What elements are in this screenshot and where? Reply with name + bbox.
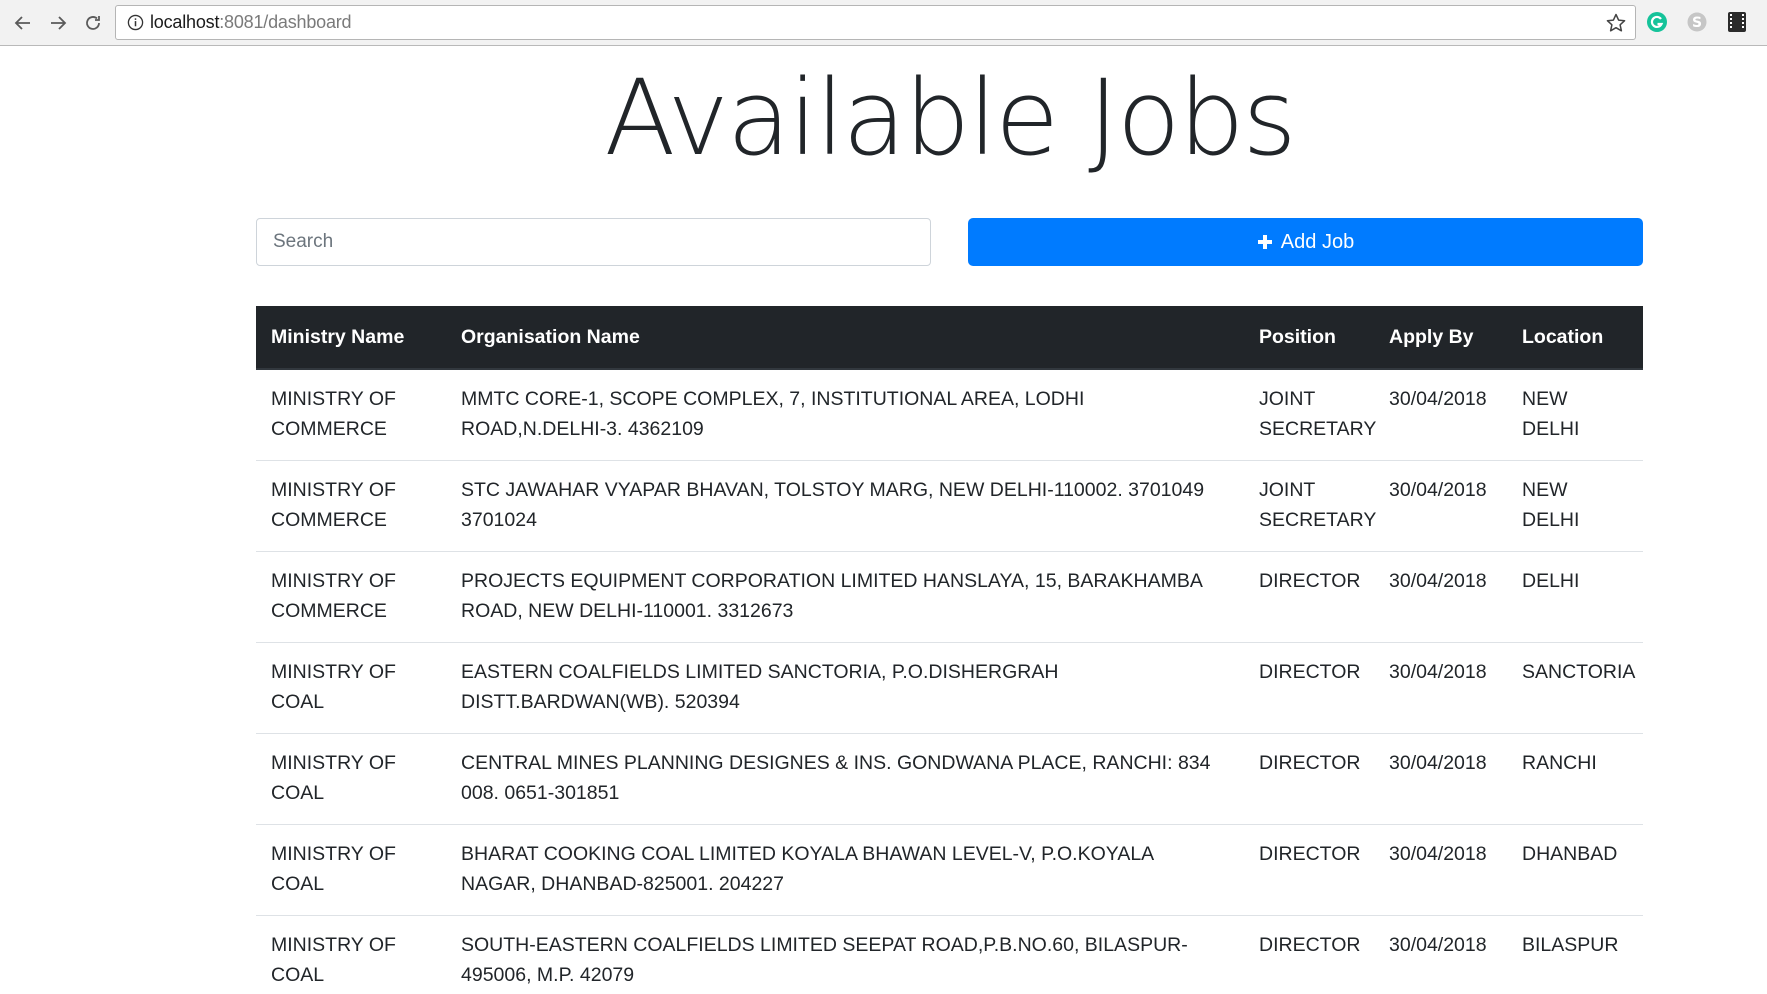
forward-button[interactable] [44,9,72,37]
bookmark-star-icon[interactable] [1605,12,1627,34]
table-row[interactable]: MINISTRY OF COAL EASTERN COALFIELDS LIMI… [256,642,1643,734]
header-organisation-name[interactable]: Organisation Name [446,306,1244,370]
cell-apply-by: 30/04/2018 [1374,824,1507,916]
header-location[interactable]: Location [1507,306,1643,370]
cell-ministry: MINISTRY OF COMMERCE [256,369,446,461]
cell-position: DIRECTOR [1244,551,1374,643]
cell-organisation: MMTC CORE-1, SCOPE COMPLEX, 7, INSTITUTI… [446,369,1244,461]
forward-arrow-icon [51,16,67,30]
film-icon [1728,12,1746,32]
cell-ministry: MINISTRY OF COMMERCE [256,460,446,552]
search-input[interactable] [256,218,931,266]
cell-position: JOINT SECRETARY [1244,460,1376,552]
film-extension[interactable] [1726,11,1748,33]
cell-ministry: MINISTRY OF COAL [256,915,446,994]
cell-organisation: EASTERN COALFIELDS LIMITED SANCTORIA, P.… [446,642,1244,734]
cell-location: DHANBAD [1507,824,1643,916]
back-arrow-icon [14,16,30,30]
cell-ministry: MINISTRY OF COMMERCE [256,551,446,643]
cell-organisation: SOUTH-EASTERN COALFIELDS LIMITED SEEPAT … [446,915,1244,994]
table-row[interactable]: MINISTRY OF COMMERCE PROJECTS EQUIPMENT … [256,551,1643,643]
cell-apply-by: 30/04/2018 [1374,369,1507,461]
cell-organisation: STC JAWAHAR VYAPAR BHAVAN, TOLSTOY MARG,… [446,460,1244,552]
cell-organisation: CENTRAL MINES PLANNING DESIGNES & INS. G… [446,733,1244,825]
page-title: Available Jobs [0,58,1767,178]
cell-ministry: MINISTRY OF COAL [256,824,446,916]
table-row[interactable]: MINISTRY OF COAL SOUTH-EASTERN COALFIELD… [256,915,1643,994]
header-ministry-name[interactable]: Ministry Name [256,306,446,370]
url-path: :8081/dashboard [219,12,352,32]
cell-position: DIRECTOR [1244,915,1374,994]
url-host: localhost [150,12,220,32]
reload-button[interactable] [79,9,107,37]
cell-location: SANCTORIA [1507,642,1643,734]
table-header-row: Ministry Name Organisation Name Position… [256,306,1643,370]
cell-position: DIRECTOR [1244,733,1374,825]
table-row[interactable]: MINISTRY OF COAL BHARAT COOKING COAL LIM… [256,824,1643,916]
cell-apply-by: 30/04/2018 [1374,460,1507,552]
back-button[interactable] [9,9,37,37]
info-icon[interactable] [126,14,144,32]
grammarly-icon [1647,12,1667,32]
url-text: localhost:8081/dashboard [150,12,352,33]
grammarly-extension[interactable] [1646,11,1668,33]
cell-ministry: MINISTRY OF COAL [256,642,446,734]
table-row[interactable]: MINISTRY OF COAL CENTRAL MINES PLANNING … [256,733,1643,825]
cell-organisation: BHARAT COOKING COAL LIMITED KOYALA BHAWA… [446,824,1244,916]
cell-apply-by: 30/04/2018 [1374,733,1507,825]
plus-icon [1257,235,1272,249]
cell-ministry: MINISTRY OF COAL [256,733,446,825]
address-bar[interactable]: localhost:8081/dashboard [115,5,1636,40]
reload-icon [86,16,100,30]
cell-apply-by: 30/04/2018 [1374,551,1507,643]
cell-organisation: PROJECTS EQUIPMENT CORPORATION LIMITED H… [446,551,1244,643]
header-apply-by[interactable]: Apply By [1374,306,1507,370]
browser-toolbar: localhost:8081/dashboard S [0,0,1767,46]
cell-position: JOINT SECRETARY [1244,369,1376,461]
cell-apply-by: 30/04/2018 [1374,915,1507,994]
table-row[interactable]: MINISTRY OF COMMERCE STC JAWAHAR VYAPAR … [256,460,1643,552]
cell-position: DIRECTOR [1244,824,1374,916]
header-position[interactable]: Position [1244,306,1374,370]
add-job-button[interactable]: Add Job [968,218,1643,266]
skype-icon: S [1687,12,1707,32]
cell-position: DIRECTOR [1244,642,1374,734]
svg-text:S: S [1692,15,1702,31]
page-title-text: Available Jobs [604,57,1296,179]
cell-location: NEW DELHI [1507,460,1643,552]
cell-location: BILASPUR [1507,915,1643,994]
skype-extension[interactable]: S [1686,11,1708,33]
jobs-table: Ministry Name Organisation Name Position… [256,306,1643,994]
cell-location: DELHI [1507,551,1643,643]
table-row[interactable]: MINISTRY OF COMMERCE MMTC CORE-1, SCOPE … [256,369,1643,461]
cell-apply-by: 30/04/2018 [1374,642,1507,734]
add-job-label: Add Job [1280,230,1355,253]
cell-location: NEW DELHI [1507,369,1643,461]
cell-location: RANCHI [1507,733,1643,825]
